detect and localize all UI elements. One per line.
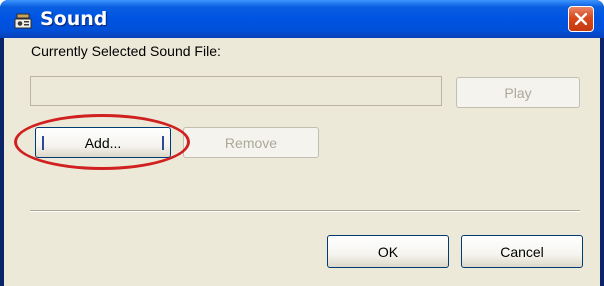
window-title: Sound bbox=[40, 8, 108, 30]
separator-line bbox=[30, 210, 580, 212]
ok-button[interactable]: OK bbox=[327, 235, 449, 268]
focus-edge-left bbox=[42, 136, 44, 150]
focus-edge-right bbox=[162, 136, 164, 150]
play-button-label: Play bbox=[504, 84, 532, 101]
close-button[interactable] bbox=[568, 6, 594, 32]
selected-sound-file-field bbox=[30, 76, 442, 106]
play-button[interactable]: Play bbox=[456, 77, 580, 108]
add-button-label: Add... bbox=[84, 134, 122, 151]
selected-sound-label: Currently Selected Sound File: bbox=[31, 43, 221, 59]
title-bar[interactable]: Sound bbox=[0, 0, 604, 38]
close-icon bbox=[575, 13, 587, 25]
ok-button-label: OK bbox=[377, 243, 399, 260]
sound-app-icon bbox=[13, 10, 33, 30]
sound-dialog-window: Sound Currently Selected Sound File: Pla… bbox=[0, 0, 604, 286]
remove-button-label: Remove bbox=[224, 134, 278, 151]
cancel-button-label: Cancel bbox=[500, 243, 544, 260]
cancel-button[interactable]: Cancel bbox=[461, 235, 583, 268]
remove-button[interactable]: Remove bbox=[183, 127, 319, 158]
add-button[interactable]: Add... bbox=[35, 127, 171, 158]
